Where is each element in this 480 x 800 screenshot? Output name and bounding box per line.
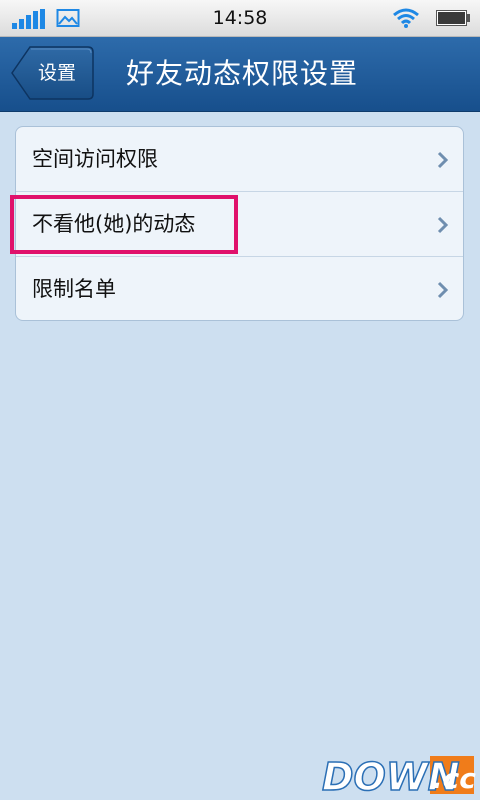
battery-icon (436, 10, 470, 26)
list-item-restricted-list[interactable]: 限制名单 (16, 257, 463, 322)
highlight-annotation (10, 195, 238, 254)
down-cc-watermark-logo: DOWN .cc (321, 754, 476, 796)
back-button[interactable]: 设置 (10, 45, 94, 101)
list-item-label: 空间访问权限 (32, 147, 158, 171)
chevron-right-icon (437, 281, 449, 299)
list-item-label: 限制名单 (32, 277, 116, 301)
wifi-icon (393, 8, 419, 28)
page-title: 好友动态权限设置 (126, 57, 359, 90)
list-item-space-access[interactable]: 空间访问权限 (16, 127, 463, 192)
back-button-label: 设置 (38, 62, 77, 84)
title-bar: 设置 好友动态权限设置 (0, 37, 480, 112)
status-bar: 14:58 (0, 0, 480, 37)
chevron-right-icon (437, 151, 449, 169)
svg-text:.cc: .cc (432, 762, 476, 795)
chevron-right-icon (437, 216, 449, 234)
